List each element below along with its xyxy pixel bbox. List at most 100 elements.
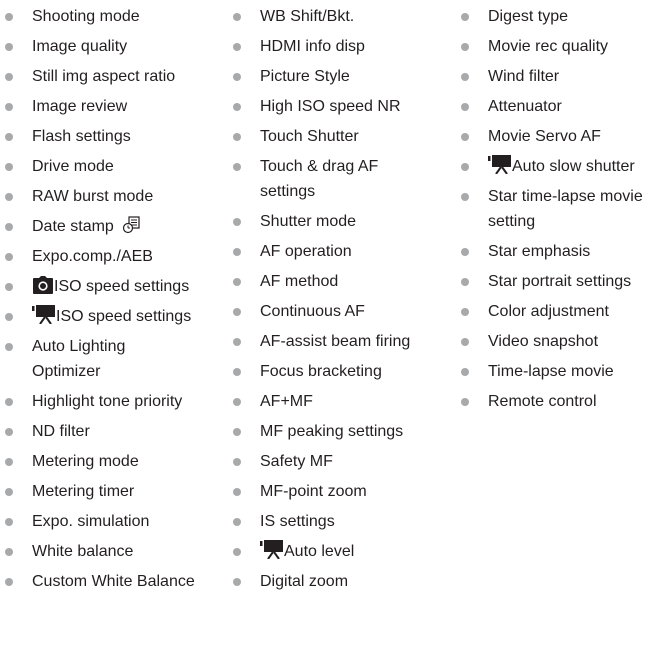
bullet-dot: [461, 73, 469, 81]
bullet-dot: [233, 278, 241, 286]
feature-list-column-2: WB Shift/Bkt. HDMI info disp Picture Sty…: [228, 4, 456, 594]
bullet-dot: [5, 133, 13, 141]
list-item: Movie rec quality: [456, 34, 659, 59]
bullet-dot: [5, 193, 13, 201]
list-item: Star time-lapse movie setting: [456, 184, 659, 234]
movie-camera-icon: [260, 539, 284, 559]
list-item: Still img aspect ratio: [0, 64, 228, 89]
list-item: Highlight tone priority: [0, 389, 228, 414]
list-item: Digital zoom: [228, 569, 456, 594]
bullet-dot: [5, 458, 13, 466]
list-item: Image review: [0, 94, 228, 119]
bullet-dot: [461, 338, 469, 346]
list-item: Color adjustment: [456, 299, 659, 324]
bullet-dot: [5, 13, 13, 21]
bullet-dot: [233, 13, 241, 21]
list-item: ND filter: [0, 419, 228, 444]
list-item: Image quality: [0, 34, 228, 59]
list-item: Auto level: [228, 539, 456, 564]
list-item: HDMI info disp: [228, 34, 456, 59]
bullet-dot: [5, 428, 13, 436]
movie-camera-icon: [488, 154, 512, 174]
bullet-dot: [461, 103, 469, 111]
list-item: ISO speed settings: [0, 304, 228, 329]
bullet-dot: [5, 518, 13, 526]
bullet-dot: [461, 368, 469, 376]
bullet-dot: [461, 43, 469, 51]
feature-list-column-3: Digest type Movie rec quality Wind filte…: [456, 4, 659, 414]
list-item: Expo.comp./AEB: [0, 244, 228, 269]
list-item: WB Shift/Bkt.: [228, 4, 456, 29]
list-item: Digest type: [456, 4, 659, 29]
list-item: AF-assist beam firing: [228, 329, 456, 354]
bullet-dot: [233, 133, 241, 141]
list-item: Auto slow shutter: [456, 154, 659, 179]
list-item: Video snapshot: [456, 329, 659, 354]
bullet-dot: [461, 163, 469, 171]
bullet-dot: [233, 428, 241, 436]
bullet-dot: [461, 308, 469, 316]
bullet-dot: [5, 398, 13, 406]
bullet-dot: [233, 308, 241, 316]
list-item: IS settings: [228, 509, 456, 534]
bullet-dot: [5, 73, 13, 81]
list-item: White balance: [0, 539, 228, 564]
bullet-dot: [233, 548, 241, 556]
bullet-dot: [233, 43, 241, 51]
bullet-dot: [233, 398, 241, 406]
bullet-dot: [233, 73, 241, 81]
list-column-1: Shooting mode Image quality Still img as…: [0, 0, 228, 599]
bullet-dot: [5, 253, 13, 261]
bullet-dot: [5, 103, 13, 111]
bullet-dot: [5, 343, 13, 351]
list-item: Star emphasis: [456, 239, 659, 264]
bullet-dot: [5, 223, 13, 231]
list-item: MF-point zoom: [228, 479, 456, 504]
bullet-dot: [461, 248, 469, 256]
bullet-dot: [233, 488, 241, 496]
bullet-dot: [233, 458, 241, 466]
list-item: Focus bracketing: [228, 359, 456, 384]
list-item: Touch & drag AF settings: [228, 154, 456, 204]
bullet-dot: [461, 193, 469, 201]
list-column-2: WB Shift/Bkt. HDMI info disp Picture Sty…: [228, 0, 456, 599]
bullet-dot: [233, 578, 241, 586]
list-item: Expo. simulation: [0, 509, 228, 534]
list-item: Shutter mode: [228, 209, 456, 234]
bullet-dot: [461, 133, 469, 141]
camera-icon: [32, 276, 54, 294]
list-item: Picture Style: [228, 64, 456, 89]
date-stamp-icon: [122, 216, 140, 234]
bullet-dot: [5, 313, 13, 321]
list-item: High ISO speed NR: [228, 94, 456, 119]
bullet-dot: [233, 368, 241, 376]
bullet-dot: [233, 248, 241, 256]
bullet-dot: [5, 43, 13, 51]
bullet-dot: [233, 218, 241, 226]
list-item: Wind filter: [456, 64, 659, 89]
list-item: AF operation: [228, 239, 456, 264]
list-item: MF peaking settings: [228, 419, 456, 444]
bullet-dot: [5, 578, 13, 586]
bullet-dot: [5, 548, 13, 556]
list-item: ISO speed settings: [0, 274, 228, 299]
list-item: Movie Servo AF: [456, 124, 659, 149]
list-item: Continuous AF: [228, 299, 456, 324]
list-item: AF+MF: [228, 389, 456, 414]
bullet-dot: [233, 518, 241, 526]
bullet-dot: [5, 488, 13, 496]
bullet-dot: [233, 163, 241, 171]
list-item: Metering mode: [0, 449, 228, 474]
list-item: Date stamp: [0, 214, 228, 239]
list-item: Remote control: [456, 389, 659, 414]
list-item: Shooting mode: [0, 4, 228, 29]
list-item: RAW burst mode: [0, 184, 228, 209]
list-item: Attenuator: [456, 94, 659, 119]
list-item: Time-lapse movie: [456, 359, 659, 384]
bullet-dot: [233, 338, 241, 346]
list-item: AF method: [228, 269, 456, 294]
list-item: Flash settings: [0, 124, 228, 149]
list-item: Auto Lighting Optimizer: [0, 334, 228, 384]
feature-list-column-1: Shooting mode Image quality Still img as…: [0, 4, 228, 594]
bullet-dot: [233, 103, 241, 111]
